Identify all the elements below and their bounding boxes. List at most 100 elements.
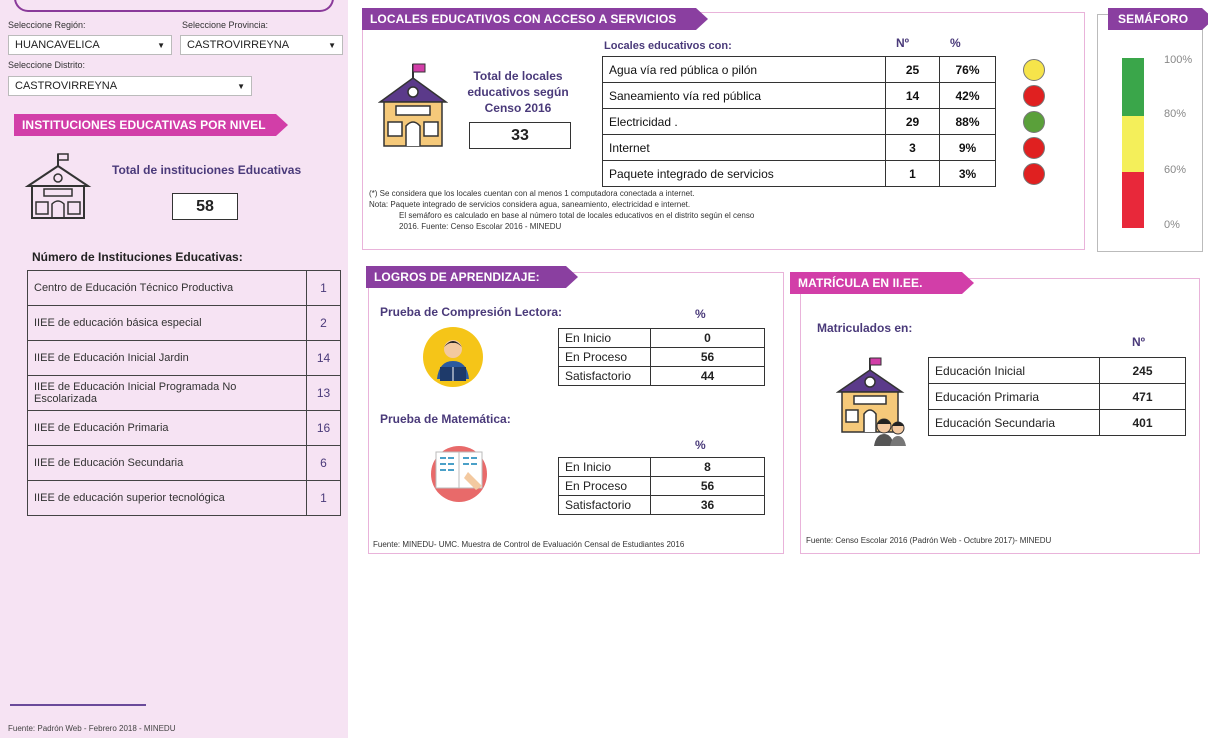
matematica-title: Prueba de Matemática: [380, 412, 511, 426]
table-row: En Proceso 56 [558, 476, 765, 496]
service-label: Saneamiento vía red pública [602, 82, 886, 109]
table-row: Saneamiento vía red pública 14 42% [602, 82, 996, 109]
province-value: CASTROVIRREYNA [187, 39, 290, 51]
locales-note-2: Nota: Paquete integrado de servicios con… [369, 200, 691, 209]
level-label: En Inicio [558, 457, 651, 477]
table-row: IIEE de Educación Inicial Jardin 14 [27, 340, 341, 376]
service-label: Electricidad . [602, 108, 886, 135]
region-value: HUANCAVELICA [15, 39, 100, 51]
table-row: Paquete integrado de servicios 1 3% [602, 160, 996, 187]
table-row: Internet 3 9% [602, 134, 996, 161]
table-row: Educación Secundaria 401 [928, 409, 1186, 436]
table-row: IIEE de Educación Inicial Programada No … [27, 375, 341, 411]
service-pct: 3% [939, 160, 996, 187]
inst-count: 1 [306, 480, 341, 516]
table-row: Electricidad . 29 88% [602, 108, 996, 135]
inst-name: IIEE de educación básica especial [27, 305, 307, 341]
table-row: IIEE de Educación Secundaria 6 [27, 445, 341, 481]
school-with-students-icon [836, 357, 906, 446]
locales-banner: LOCALES EDUCATIVOS CON ACCESO A SERVICIO… [362, 8, 708, 30]
region-select[interactable]: HUANCAVELICA ▼ [8, 35, 172, 55]
inst-count: 1 [306, 270, 341, 306]
table-row: Satisfactorio 44 [558, 366, 765, 386]
table-row: En Inicio 8 [558, 457, 765, 477]
traffic-light-dot [1023, 85, 1045, 107]
matematica-table: En Inicio 8 En Proceso 56 Satisfactorio 36 [558, 457, 765, 515]
service-num: 29 [885, 108, 940, 135]
inst-name: IIEE de Educación Secundaria [27, 445, 307, 481]
matricula-title: Matriculados en: [817, 321, 913, 335]
instituciones-list-title: Número de Instituciones Educativas: [32, 250, 243, 264]
province-select[interactable]: CASTROVIRREYNA ▼ [180, 35, 343, 55]
inst-name: IIEE de Educación Primaria [27, 410, 307, 446]
instituciones-total-value: 58 [172, 193, 238, 220]
semaforo-green-bar [1122, 58, 1144, 116]
district-label: Seleccione Distrito: [8, 60, 86, 70]
traffic-light-dot [1023, 163, 1045, 185]
district-select[interactable]: CASTROVIRREYNA ▼ [8, 76, 252, 96]
matricula-banner: MATRÍCULA EN II.EE. [790, 272, 974, 294]
service-pct: 9% [939, 134, 996, 161]
region-label: Seleccione Región: [8, 20, 86, 30]
lectora-title: Prueba de Compresión Lectora: [380, 305, 563, 319]
table-row: IIEE de educación básica especial 2 [27, 305, 341, 341]
table-row: En Proceso 56 [558, 347, 765, 367]
level-label: En Proceso [558, 347, 651, 367]
locales-note-3: El semáforo es calculado en base al núme… [399, 211, 755, 220]
math-book-icon [431, 446, 487, 502]
logros-banner: LOGROS DE APRENDIZAJE: [366, 266, 578, 288]
semaforo-label-80: 80% [1164, 108, 1187, 120]
instituciones-total-label: Total de instituciones Educativas [112, 163, 302, 177]
filters-sidebar: Seleccione Región: HUANCAVELICA ▼ Selecc… [0, 0, 348, 738]
semaforo-yellow-bar [1122, 116, 1144, 172]
sidebar-top-decoration [14, 0, 334, 12]
student-reading-icon [423, 327, 483, 387]
logros-source: Fuente: MINEDU- UMC. Muestra de Control … [373, 540, 685, 549]
level-label: En Proceso [558, 476, 651, 496]
district-value: CASTROVIRREYNA [15, 80, 118, 92]
chevron-down-icon: ▼ [328, 40, 336, 50]
service-label: Internet [602, 134, 886, 161]
service-num: 25 [885, 56, 940, 83]
col-num-header: Nº [896, 36, 910, 50]
table-row: Agua vía red pública o pilón 25 76% [602, 56, 996, 83]
table-row: IIEE de educación superior tecnológica 1 [27, 480, 341, 516]
semaforo-red-bar [1122, 172, 1144, 228]
level-value: 56 [650, 476, 765, 496]
lectora-table: En Inicio 0 En Proceso 56 Satisfactorio 44 [558, 328, 765, 386]
semaforo-panel [1097, 14, 1203, 252]
traffic-light-dot [1023, 111, 1045, 133]
chevron-down-icon: ▼ [237, 81, 245, 91]
inst-name: IIEE de educación superior tecnológica [27, 480, 307, 516]
service-pct: 88% [939, 108, 996, 135]
instituciones-source: Fuente: Padrón Web - Febrero 2018 - MINE… [8, 724, 176, 733]
service-num: 1 [885, 160, 940, 187]
inst-count: 2 [306, 305, 341, 341]
traffic-light-dot [1023, 59, 1045, 81]
traffic-light-dot [1023, 137, 1045, 159]
school-icon [24, 153, 92, 219]
inst-name: IIEE de Educación Inicial Programada No … [27, 375, 307, 411]
level-label: Satisfactorio [558, 366, 651, 386]
level-label: En Inicio [558, 328, 651, 348]
locales-note-1: (*) Se considera que los locales cuentan… [369, 189, 695, 198]
divider [10, 704, 146, 706]
semaforo-label-60: 60% [1164, 164, 1187, 176]
matricula-value: 401 [1099, 409, 1186, 436]
level-value: 56 [650, 347, 765, 367]
locales-total-value: 33 [469, 122, 571, 149]
semaforo-banner: SEMÁFORO [1108, 8, 1208, 30]
table-row: Satisfactorio 36 [558, 495, 765, 515]
matematica-pct-header: % [695, 438, 706, 452]
province-label: Seleccione Provincia: [182, 20, 269, 30]
inst-count: 16 [306, 410, 341, 446]
service-pct: 76% [939, 56, 996, 83]
table-row: IIEE de Educación Primaria 16 [27, 410, 341, 446]
locales-table-title: Locales educativos con: [604, 40, 732, 52]
matricula-label: Educación Primaria [928, 383, 1100, 410]
inst-count: 6 [306, 445, 341, 481]
inst-name: IIEE de Educación Inicial Jardin [27, 340, 307, 376]
col-pct-header: % [950, 36, 961, 50]
lectora-pct-header: % [695, 307, 706, 321]
table-row: En Inicio 0 [558, 328, 765, 348]
